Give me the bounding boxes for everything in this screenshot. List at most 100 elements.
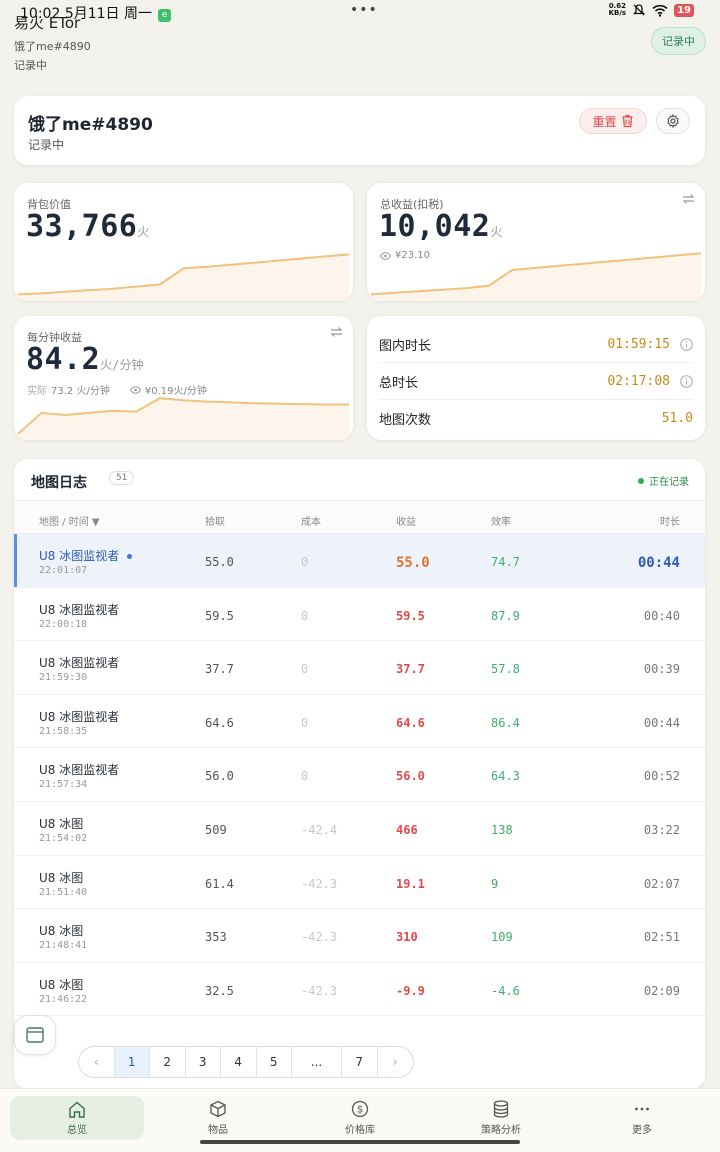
revenue-value: 19.1 — [396, 876, 425, 891]
profile-status: 记录中 — [28, 138, 65, 152]
svg-text:$: $ — [357, 1105, 363, 1116]
cost-value: -42.3 — [301, 983, 338, 998]
table-row[interactable]: U8 冰图 21:51:40 61.4 -42.3 19.1 9 02:07 — [14, 856, 705, 910]
reset-button[interactable]: 重置 — [579, 108, 647, 134]
map-time: 21:57:34 — [39, 779, 88, 791]
map-time: 22:01:07 — [39, 565, 88, 576]
prev-page-button[interactable]: ‹ — [79, 1047, 115, 1077]
pickup-value: 56.0 — [205, 769, 234, 784]
map-log-title: 地图日志 — [31, 475, 87, 491]
pickup-value: 61.4 — [205, 876, 234, 891]
page-2-button[interactable]: 2 — [150, 1047, 186, 1077]
map-name: U8 冰图监视者 — [39, 763, 120, 778]
recording-pill[interactable]: 记录中 — [651, 27, 706, 55]
more-icon — [635, 1107, 649, 1111]
revenue-value: 37.7 — [396, 662, 425, 677]
nav-strategy[interactable]: 策略分析 — [434, 1096, 568, 1140]
info-icon[interactable] — [680, 374, 693, 388]
efficiency-value: 109 — [491, 930, 513, 945]
duration-value: 02:07 — [643, 876, 680, 891]
per-minute-sparkline — [17, 397, 349, 440]
duration-value: 00:39 — [643, 662, 680, 677]
table-row[interactable]: U8 冰图 21:48:41 353 -42.3 310 109 02:51 — [14, 909, 705, 963]
table-row[interactable]: U8 冰图监视者 21:58:35 64.6 0 64.6 86.4 00:44 — [14, 695, 705, 749]
trash-icon — [622, 114, 632, 128]
info-icon[interactable] — [680, 337, 693, 351]
table-row[interactable]: U8 冰图监视者 22:00:18 59.5 0 59.5 87.9 00:40 — [14, 588, 705, 642]
pickup-value: 64.6 — [205, 715, 234, 730]
map-count-label: 地图次数 — [379, 413, 432, 428]
time-row-in-map: 图内时长 01:59:15 — [379, 326, 693, 363]
duration-value: 02:51 — [643, 930, 680, 945]
efficiency-value: 86.4 — [491, 715, 520, 730]
total-time-value: 02:17:08 — [607, 373, 670, 389]
map-name: U8 冰图 — [39, 977, 84, 992]
next-page-button[interactable]: › — [378, 1047, 414, 1077]
efficiency-value: 9 — [491, 876, 499, 891]
page-7-button[interactable]: 7 — [342, 1047, 378, 1077]
page-5-button[interactable]: 5 — [257, 1047, 292, 1077]
map-log-card: 地图日志 51 正在记录 地图 / 时间 ▼ 拾取 成本 收益 效率 时长 U8… — [14, 459, 705, 1089]
col-map-time[interactable]: 地图 / 时间 ▼ — [39, 513, 100, 528]
table-row[interactable]: U8 冰图 21:46:22 32.5 -42.3 -9.9 -4.6 02:09 — [14, 963, 705, 1017]
database-icon — [493, 1100, 509, 1118]
app-title: 易火 ETor — [14, 14, 81, 32]
settings-button[interactable] — [656, 108, 690, 134]
map-name: U8 冰图 — [39, 870, 84, 885]
box-icon — [210, 1100, 226, 1118]
total-time-label: 总时长 — [379, 375, 419, 391]
efficiency-value: 74.7 — [491, 555, 520, 569]
map-count-value: 51.0 — [661, 411, 693, 426]
backpack-value-card: 背包价值 33,766火 — [14, 183, 353, 301]
swap-icon[interactable] — [682, 193, 695, 205]
map-time: 21:58:35 — [39, 725, 88, 737]
reset-label: 重置 — [592, 114, 617, 129]
time-summary-card: 图内时长 01:59:15 总时长 02:17:08 地图次数 51.0 — [367, 316, 705, 440]
page-1-button[interactable]: 1 — [114, 1047, 150, 1077]
page-3-button[interactable]: 3 — [186, 1047, 221, 1077]
table-header: 地图 / 时间 ▼ 拾取 成本 收益 效率 时长 — [14, 500, 705, 534]
revenue-value: 310 — [396, 930, 418, 945]
map-log-count: 51 — [109, 471, 135, 485]
nav-price-db[interactable]: $ 价格库 — [293, 1096, 427, 1140]
revenue-value: 55.0 — [396, 555, 430, 571]
table-row[interactable]: U8 冰图 21:54:02 509 -42.4 466 138 03:22 — [14, 802, 705, 856]
cost-value: 0 — [301, 555, 309, 569]
page-4-button[interactable]: 4 — [221, 1047, 257, 1077]
efficiency-value: 138 — [491, 823, 513, 837]
duration-value: 00:44 — [637, 555, 680, 571]
col-pickup: 拾取 — [205, 517, 225, 528]
revenue-value: 56.0 — [396, 769, 425, 784]
total-revenue-card: 总收益(扣税) 10,042火 ¥23.10 — [367, 183, 705, 301]
cost-value: 0 — [301, 608, 309, 623]
map-name: U8 冰图监视者 — [39, 656, 120, 671]
more-dots-icon[interactable]: ••• — [350, 2, 378, 18]
floating-window-button[interactable] — [14, 1015, 56, 1055]
revenue-value: 59.5 — [396, 608, 425, 623]
nav-overview[interactable]: 总览 — [10, 1096, 144, 1140]
home-icon — [69, 1101, 85, 1118]
map-name: U8 冰图 — [39, 817, 84, 831]
nav-more[interactable]: 更多 — [575, 1096, 709, 1140]
sparkline-area — [371, 253, 701, 301]
map-time: 21:54:02 — [39, 833, 88, 844]
net-speed: 0.62 KB/s — [608, 2, 627, 17]
map-name: U8 冰图监视者 — [39, 602, 120, 617]
nav-items[interactable]: 物品 — [151, 1096, 285, 1140]
swap-icon[interactable] — [330, 326, 343, 338]
wifi-icon — [652, 4, 668, 17]
table-row[interactable]: U8 冰图监视者 21:59:30 37.7 0 37.7 57.8 00:39 — [14, 641, 705, 695]
home-indicator[interactable] — [200, 1140, 520, 1144]
table-row[interactable]: U8 冰图监视者 21:57:34 56.0 0 56.0 64.3 00:52 — [14, 748, 705, 802]
cost-value: 0 — [301, 715, 309, 730]
efficiency-value: 64.3 — [491, 769, 520, 784]
col-cost: 成本 — [301, 517, 321, 528]
per-minute-value: 84.2火/分钟 — [26, 342, 144, 377]
table-row[interactable]: U8 冰图监视者 22:01:07 55.0 0 55.0 74.7 00:44 — [14, 534, 705, 588]
revenue-value: -9.9 — [396, 983, 425, 998]
map-name: U8 冰图监视者 — [39, 709, 120, 724]
per-minute-card: 每分钟收益 84.2火/分钟 实际 73.2 火/分钟 ¥0.19火/分钟 — [14, 316, 353, 440]
page-ellipsis[interactable]: ... — [292, 1047, 342, 1077]
recording-indicator: 正在记录 — [638, 473, 689, 488]
duration-value: 00:40 — [643, 608, 680, 623]
